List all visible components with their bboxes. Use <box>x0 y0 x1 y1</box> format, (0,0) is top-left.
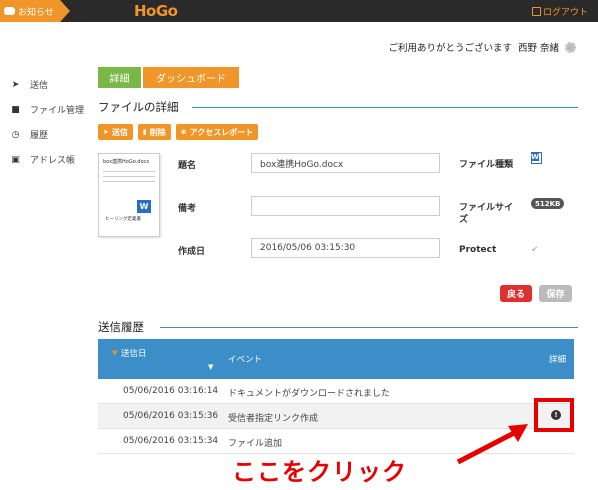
created-field[interactable]: 2016/05/06 03:15:30 <box>251 238 440 258</box>
filetype-label: ファイル種類 <box>459 160 514 170</box>
created-label: 作成日 <box>178 247 206 257</box>
row-event: ドキュメントがダウンロードされました <box>228 389 391 399</box>
notice-label: お知らせ <box>18 7 54 18</box>
folder-icon: ■ <box>11 104 20 115</box>
greeting-message: ご利用ありがとうございます <box>388 43 512 54</box>
sidebar-item-history[interactable]: ◷ 履歴 <box>10 122 90 147</box>
arrow-icon <box>456 424 528 465</box>
back-button[interactable]: 戻る <box>500 285 532 302</box>
protect-checkbox[interactable]: ✔ <box>531 246 540 255</box>
row-date: 05/06/2016 03:16:14 <box>123 386 219 396</box>
delete-button-label: 削除 <box>149 127 166 137</box>
thumbnail-lines <box>103 171 155 182</box>
column-header-event: イベント <box>228 355 263 365</box>
addressbook-icon: ▣ <box>11 154 20 165</box>
greeting: ご利用ありがとうございます 西野 奈緒 <box>388 40 576 54</box>
sidebar-item-label: 履歴 <box>30 131 49 141</box>
file-detail-title: ファイルの詳細 <box>98 100 179 114</box>
sidebar-item-label: ファイル管理 <box>30 106 85 116</box>
access-report-button[interactable]: ⊕ アクセスレポート <box>175 124 259 140</box>
note-field[interactable] <box>251 196 440 216</box>
app-logo: HoGo <box>134 2 178 20</box>
send-icon: ➤ <box>103 128 109 136</box>
logout-label: ログアウト <box>542 8 588 18</box>
table-row: 05/06/2016 03:16:14 ドキュメントがダウンロードされました <box>98 379 574 404</box>
send-icon: ➤ <box>11 79 20 90</box>
send-button[interactable]: ➤ 送信 <box>98 124 133 140</box>
tab-bar: 詳細 ダッシュボード <box>98 67 239 88</box>
access-report-label: アクセスレポート <box>189 127 254 137</box>
word-icon: W <box>137 200 151 213</box>
row-event: 受信者指定リンク作成 <box>228 414 319 424</box>
send-button-label: 送信 <box>111 127 128 137</box>
sidebar-item-address-book[interactable]: ▣ アドレス帳 <box>10 147 90 172</box>
note-label: 備考 <box>178 204 197 214</box>
gear-icon[interactable] <box>565 41 576 53</box>
clock-icon: ◷ <box>11 129 20 140</box>
filesize-badge: 512KB <box>531 198 565 209</box>
word-file-icon <box>531 152 542 164</box>
history-title: 送信履歴 <box>98 320 144 334</box>
thumbnail-footer: ヒーリング定義書 <box>105 217 141 222</box>
notice-button[interactable]: お知らせ <box>0 0 70 22</box>
trash-icon: ▮ <box>142 128 147 136</box>
plus-circle-icon: ⊕ <box>180 128 187 136</box>
row-date: 05/06/2016 03:15:36 <box>123 411 219 421</box>
callout-text: ここをクリック <box>232 458 407 486</box>
thumbnail-title: box連携HoGo.docx <box>103 159 150 165</box>
highlight-box <box>534 398 574 432</box>
sidebar-item-label: 送信 <box>30 81 49 91</box>
row-date: 05/06/2016 03:15:34 <box>123 436 219 446</box>
sidebar: ➤ 送信 ■ ファイル管理 ◷ 履歴 ▣ アドレス帳 <box>10 72 90 172</box>
tab-detail[interactable]: 詳細 <box>98 67 141 88</box>
column-header-detail: 詳細 <box>549 355 567 365</box>
section-divider <box>192 107 578 108</box>
top-bar: お知らせ HoGo ログアウト <box>0 0 598 22</box>
delete-button[interactable]: ▮ 削除 <box>137 124 171 140</box>
protect-label: Protect <box>459 245 497 255</box>
filesize-label: ファイルサイズ <box>459 203 514 225</box>
user-name: 西野 奈緒 <box>517 43 559 54</box>
name-field[interactable]: box連携HoGo.docx <box>251 153 440 173</box>
file-thumbnail: box連携HoGo.docx W ヒーリング定義書 <box>98 153 160 237</box>
sidebar-item-send[interactable]: ➤ 送信 <box>10 72 90 97</box>
file-actions: ➤ 送信 ▮ 削除 ⊕ アクセスレポート <box>98 124 259 140</box>
name-label: 題名 <box>178 161 197 171</box>
speech-bubble-icon <box>4 7 15 15</box>
sidebar-item-label: アドレス帳 <box>30 156 76 166</box>
history-table-header: ▼ 送信日 ▼ イベント 詳細 <box>98 339 574 379</box>
tab-dashboard[interactable]: ダッシュボード <box>143 67 239 88</box>
sort-down-icon[interactable]: ▼ <box>208 363 213 371</box>
sidebar-item-file-management[interactable]: ■ ファイル管理 <box>10 97 90 122</box>
section-divider <box>160 327 578 328</box>
row-event: ファイル追加 <box>228 439 283 449</box>
save-button[interactable]: 保存 <box>539 285 572 302</box>
column-header-date[interactable]: 送信日 <box>121 347 147 359</box>
sort-up-icon[interactable]: ▼ <box>112 349 117 357</box>
logout-link[interactable]: ログアウト <box>531 5 588 18</box>
logout-icon <box>531 7 541 16</box>
